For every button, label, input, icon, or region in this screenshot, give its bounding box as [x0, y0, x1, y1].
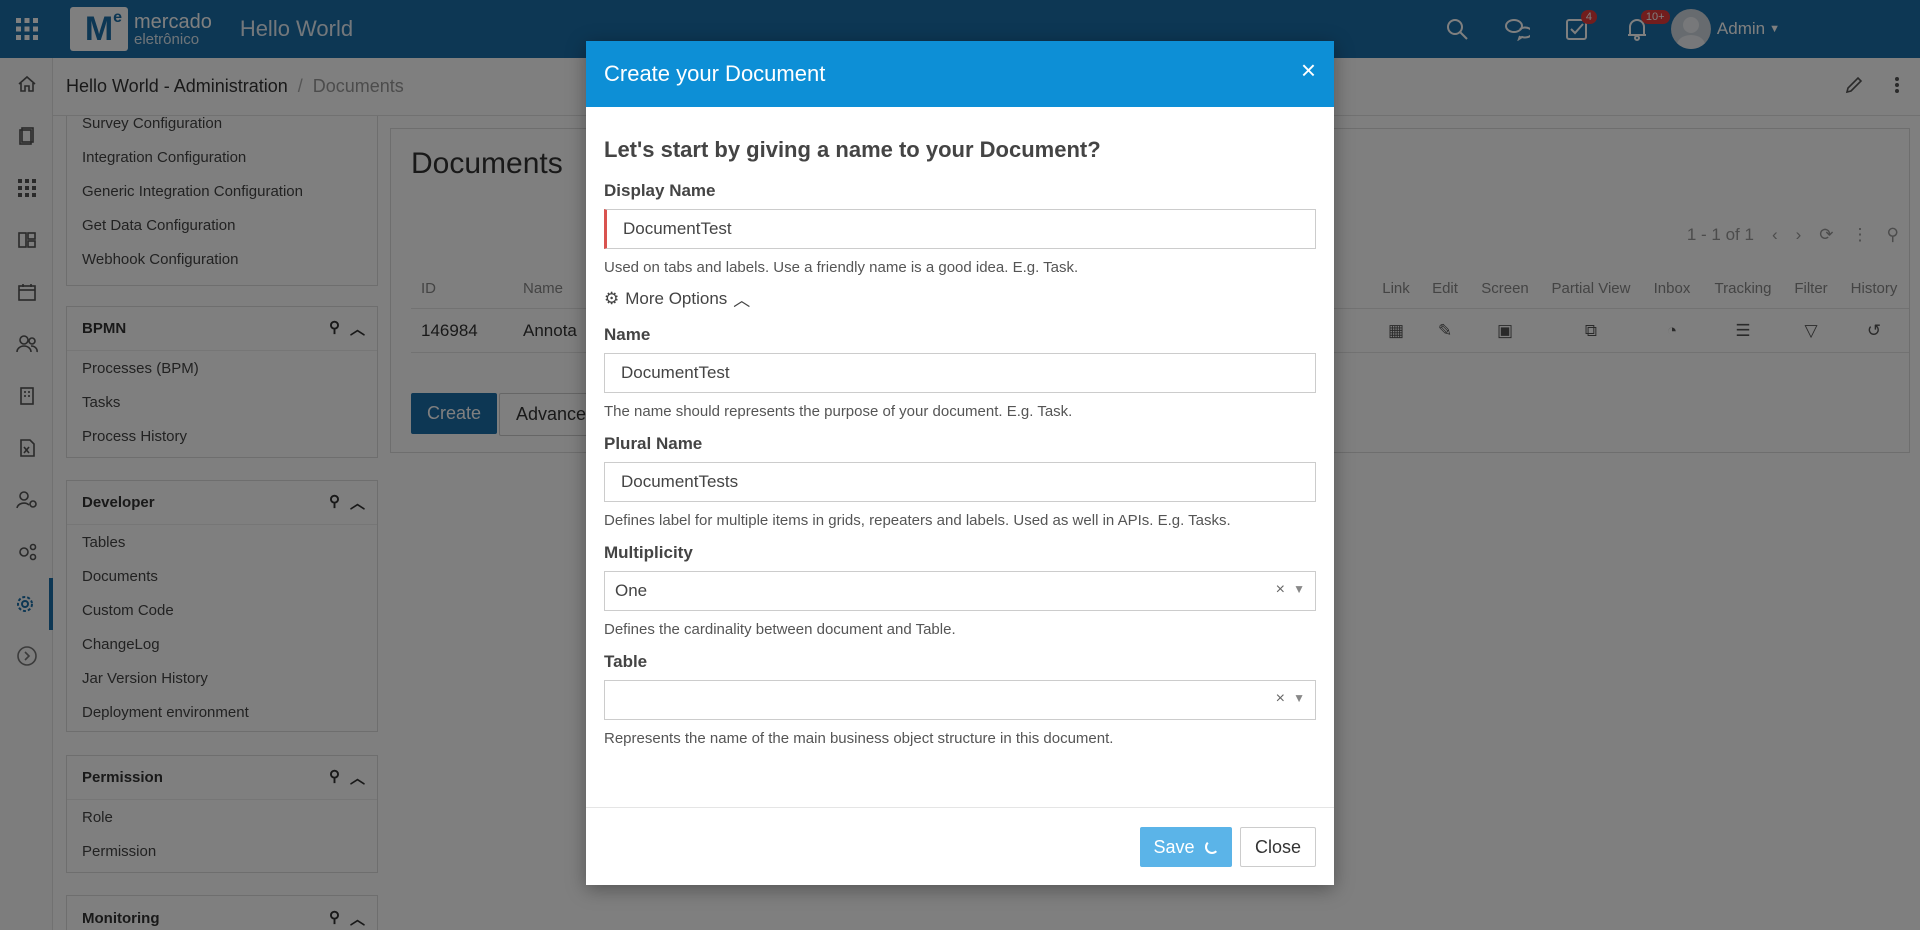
modal-footer: Save Close [586, 807, 1334, 885]
name-hint: The name should represents the purpose o… [604, 403, 1073, 420]
display-name-label: Display Name [604, 181, 716, 200]
dropdown-arrow-icon[interactable]: ▼ [1293, 691, 1305, 705]
modal-header: Create your Document × [586, 41, 1334, 107]
create-document-modal: Create your Document × Let's start by gi… [586, 41, 1334, 885]
plural-name-input[interactable]: DocumentTests [604, 462, 1316, 502]
modal-lead-text: Let's start by giving a name to your Doc… [604, 137, 1101, 162]
multiplicity-hint: Defines the cardinality between document… [604, 621, 956, 638]
display-name-input[interactable]: DocumentTest [604, 209, 1316, 249]
clear-icon[interactable]: × [1276, 690, 1285, 708]
save-label: Save [1153, 836, 1195, 857]
more-options-toggle[interactable]: ⚙ More Options ︿ [604, 286, 1316, 311]
name-label: Name [604, 325, 651, 344]
table-hint: Represents the name of the main business… [604, 730, 1114, 747]
modal-body: Let's start by giving a name to your Doc… [586, 137, 1334, 747]
dropdown-arrow-icon[interactable]: ▼ [1293, 582, 1305, 596]
multiplicity-label: Multiplicity [604, 543, 693, 562]
close-button[interactable]: Close [1240, 827, 1316, 867]
save-button[interactable]: Save [1140, 827, 1232, 867]
multiplicity-select[interactable]: One × ▼ [604, 571, 1316, 611]
modal-title: Create your Document [604, 61, 826, 86]
multiplicity-value: One [615, 581, 648, 600]
display-name-hint: Used on tabs and labels. Use a friendly … [604, 259, 1079, 276]
plural-name-label: Plural Name [604, 434, 703, 453]
plural-name-hint: Defines label for multiple items in grid… [604, 512, 1231, 529]
name-input[interactable]: DocumentTest [604, 353, 1316, 393]
gear-icon: ⚙ [604, 288, 620, 308]
close-icon[interactable]: × [1301, 55, 1316, 86]
chevron-up-icon: ︿ [733, 291, 751, 310]
clear-icon[interactable]: × [1276, 581, 1285, 599]
more-options-label: More Options [625, 288, 728, 308]
loading-spinner-icon [1204, 840, 1219, 854]
table-select[interactable]: × ▼ [604, 680, 1316, 720]
table-label: Table [604, 652, 648, 671]
